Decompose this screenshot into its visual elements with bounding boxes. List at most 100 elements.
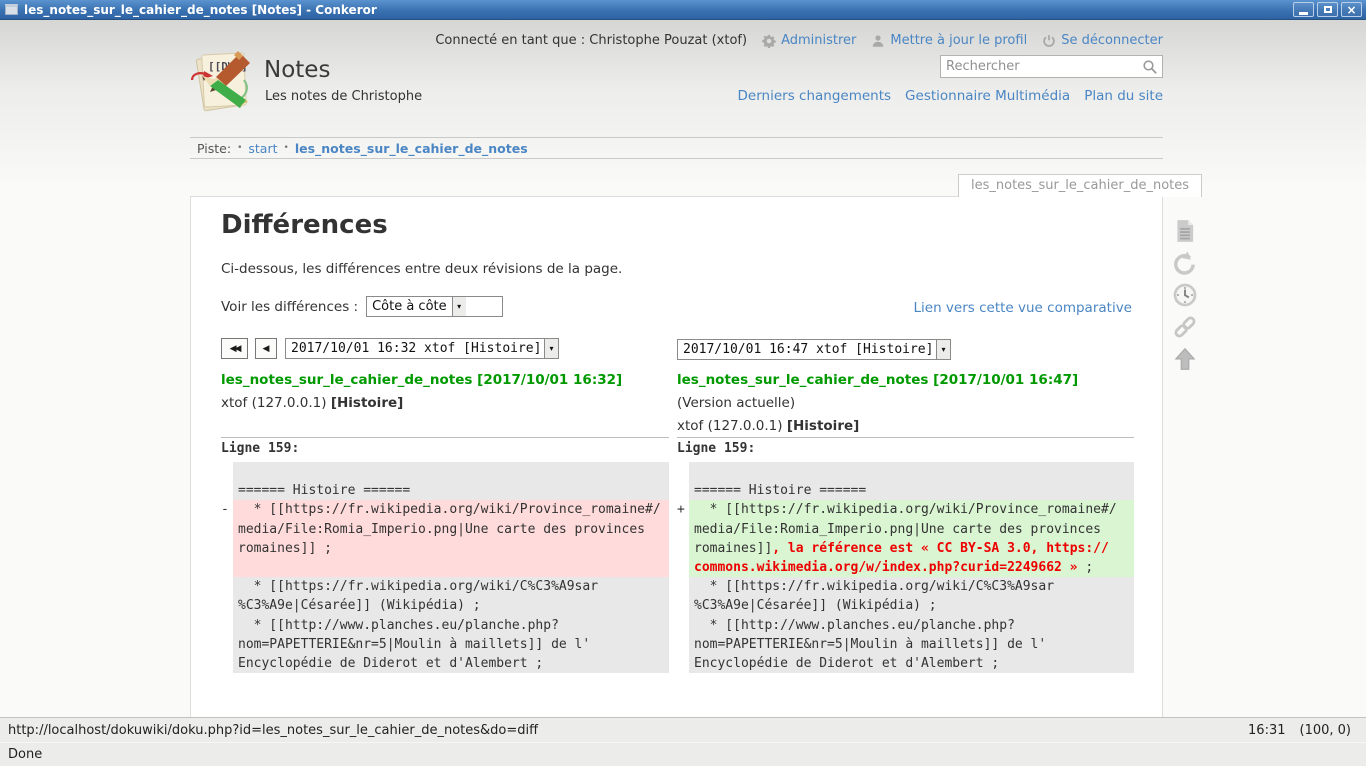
compare-view-link[interactable]: Lien vers cette vue comparative — [914, 300, 1133, 316]
status-clock: 16:31 — [1248, 723, 1285, 738]
diff-marker: - — [221, 500, 233, 577]
user-bar: Connecté en tant que : Christophe Pouzat… — [435, 33, 1163, 48]
logged-in-text: Connecté en tant que : Christophe Pouzat… — [435, 33, 747, 48]
update-profile-label: Mettre à jour le profil — [890, 33, 1027, 48]
window-controls: × — [1293, 2, 1362, 17]
search-icon[interactable] — [1142, 59, 1158, 75]
view-mode-row: Voir les différences : Côte à côte ▾ — [221, 296, 503, 317]
chevron-down-icon: ▾ — [452, 297, 466, 316]
status-right: 16:31 (100, 0) — [1248, 723, 1351, 738]
close-button[interactable]: × — [1341, 2, 1362, 17]
new-revision-header: les_notes_sur_le_cahier_de_notes [2017/1… — [677, 372, 1134, 434]
window-title: les_notes_sur_le_cahier_de_notes [Notes]… — [24, 3, 1293, 17]
new-revision-user: xtof (127.0.0.1) — [677, 418, 787, 434]
diff-line-header: Ligne 159: — [677, 440, 1134, 458]
restore-icon — [1324, 6, 1332, 13]
page-tools-sidebar — [1172, 218, 1200, 372]
breadcrumb-start-link[interactable]: start — [248, 141, 277, 156]
diff-cell-added: * [[https://fr.wikipedia.org/wiki/Provin… — [689, 500, 1134, 577]
old-revision-select[interactable]: 2017/10/01 16:32 xtof [Histoire] ▾ — [285, 338, 559, 359]
site-logo[interactable]: [[DW]] — [188, 50, 258, 118]
diff-cell-context: * [[https://fr.wikipedia.org/wiki/C%C3%A… — [233, 577, 669, 673]
diff-marker — [221, 462, 233, 500]
breadcrumb-label: Piste: — [197, 141, 231, 156]
window-icon — [5, 4, 18, 15]
diff-marker — [677, 577, 689, 673]
page-title: Différences — [221, 210, 388, 240]
minimize-button[interactable] — [1293, 2, 1314, 17]
site-title[interactable]: Notes — [264, 57, 330, 83]
new-revision-title-link[interactable]: les_notes_sur_le_cahier_de_notes [2017/1… — [677, 372, 1134, 388]
close-icon: × — [1346, 4, 1356, 16]
view-mode-select[interactable]: Côte à côte ▾ — [366, 296, 503, 317]
logout-link[interactable]: Se déconnecter — [1042, 33, 1163, 48]
diff-cell-context: ====== Histoire ====== — [689, 462, 1134, 500]
revert-icon[interactable] — [1172, 250, 1198, 276]
clock-icon[interactable] — [1172, 282, 1198, 308]
diff-cell-deleted: * [[https://fr.wikipedia.org/wiki/Provin… — [233, 500, 669, 577]
diff-blocks-new: ====== Histoire ======+ * [[https://fr.w… — [677, 462, 1134, 673]
old-revision-header: les_notes_sur_le_cahier_de_notes [2017/1… — [221, 372, 669, 411]
diff-row-added: + * [[https://fr.wikipedia.org/wiki/Prov… — [677, 500, 1134, 577]
new-revision-meta: xtof (127.0.0.1) [Histoire] — [677, 418, 1134, 434]
diff-marker — [677, 462, 689, 500]
old-revision-history: [Histoire] — [331, 395, 403, 411]
content-panel: Différences Ci-dessous, les différences … — [190, 196, 1163, 717]
old-revision-value: 2017/10/01 16:32 xtof [Histoire] — [286, 339, 544, 358]
sitemap-link[interactable]: Plan du site — [1084, 88, 1163, 104]
diff-blocks-old: ====== Histoire ======- * [[https://fr.w… — [221, 462, 669, 673]
diff-marker: + — [677, 500, 689, 577]
breadcrumb-separator: • — [284, 143, 289, 153]
site-tagline: Les notes de Christophe — [265, 89, 422, 104]
diff-column-old: Ligne 159: ====== Histoire ======- * [[h… — [221, 437, 669, 673]
old-revision-user: xtof (127.0.0.1) — [221, 395, 331, 411]
diff-cell-context: * [[https://fr.wikipedia.org/wiki/C%C3%A… — [689, 577, 1134, 673]
old-revision-title-link[interactable]: les_notes_sur_le_cahier_de_notes [2017/1… — [221, 372, 669, 388]
page-tab[interactable]: les_notes_sur_le_cahier_de_notes — [958, 174, 1202, 197]
diff-row-context: * [[https://fr.wikipedia.org/wiki/C%C3%A… — [221, 577, 669, 673]
link-icon[interactable] — [1172, 314, 1198, 340]
diff-row-context: ====== Histoire ====== — [677, 462, 1134, 500]
chevron-down-icon: ▾ — [936, 340, 950, 359]
first-change-button[interactable]: ◀◀ — [221, 338, 248, 359]
restore-button[interactable] — [1317, 2, 1338, 17]
diff-line-header: Ligne 159: — [221, 440, 669, 458]
admin-link[interactable]: Administrer — [762, 33, 856, 48]
diff-intro-text: Ci-dessous, les différences entre deux r… — [221, 261, 622, 277]
status-url: http://localhost/dokuwiki/doku.php?id=le… — [8, 723, 1248, 738]
status-buffer-position: (100, 0) — [1300, 723, 1352, 738]
user-icon — [871, 34, 885, 48]
breadcrumb-separator: • — [237, 143, 242, 153]
new-revision-select[interactable]: 2017/10/01 16:47 xtof [Histoire] ▾ — [677, 339, 951, 360]
diff-cell-context: ====== Histoire ====== — [233, 462, 669, 500]
diff-row-deleted: - * [[https://fr.wikipedia.org/wiki/Prov… — [221, 500, 669, 577]
minibuffer-message: Done — [8, 747, 42, 762]
new-revision-history: [Histoire] — [787, 418, 859, 434]
revision-nav-right: 2017/10/01 16:47 xtof [Histoire] ▾ — [677, 338, 951, 360]
diff-row-context: * [[https://fr.wikipedia.org/wiki/C%C3%A… — [677, 577, 1134, 673]
minimize-icon — [1299, 12, 1308, 15]
recent-changes-link[interactable]: Derniers changements — [738, 88, 892, 104]
top-icon[interactable] — [1172, 346, 1198, 372]
breadcrumb: Piste: • start • les_notes_sur_le_cahier… — [190, 137, 1163, 159]
minibuffer: Done — [0, 742, 1366, 766]
previous-change-button[interactable]: ◀ — [255, 338, 277, 359]
update-profile-link[interactable]: Mettre à jour le profil — [871, 33, 1027, 48]
new-revision-value: 2017/10/01 16:47 xtof [Histoire] — [678, 340, 936, 359]
diff-marker — [221, 577, 233, 673]
old-revision-meta: xtof (127.0.0.1) [Histoire] — [221, 395, 669, 411]
search-input[interactable] — [941, 59, 1142, 74]
media-manager-link[interactable]: Gestionnaire Multimédia — [905, 88, 1070, 104]
diff-row-context: ====== Histoire ====== — [221, 462, 669, 500]
breadcrumb-current-link[interactable]: les_notes_sur_le_cahier_de_notes — [295, 141, 528, 156]
view-mode-value: Côte à côte — [367, 297, 452, 316]
view-mode-label: Voir les différences : — [221, 299, 358, 315]
window-titlebar: les_notes_sur_le_cahier_de_notes [Notes]… — [0, 0, 1366, 20]
chevron-down-icon: ▾ — [544, 339, 558, 358]
gear-icon — [762, 34, 776, 48]
current-version-label: (Version actuelle) — [677, 395, 1134, 411]
status-bar: http://localhost/dokuwiki/doku.php?id=le… — [0, 717, 1366, 742]
page-icon[interactable] — [1172, 218, 1198, 244]
search-box — [940, 55, 1163, 78]
admin-link-label: Administrer — [781, 33, 856, 48]
